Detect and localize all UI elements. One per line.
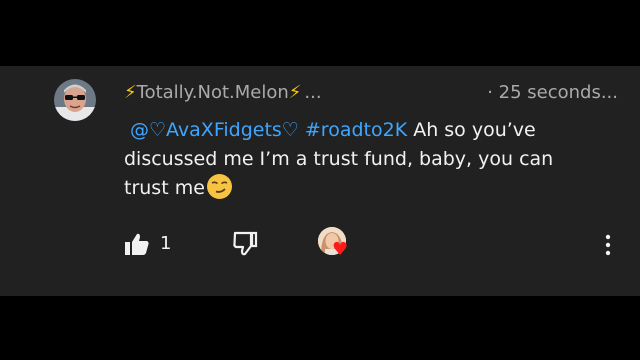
author-avatar[interactable] (54, 79, 96, 121)
comment-timestamp[interactable]: · 25 seconds... (487, 82, 618, 103)
creator-heart-badge[interactable]: ♥ (318, 227, 354, 263)
comment-body: @♡AvaXFidgets♡ #roadto2K Ah so you’ve di… (124, 116, 594, 203)
author-name-ellipsis: ... (304, 82, 322, 103)
vertical-dots-icon (605, 234, 611, 256)
heart-icon: ♥ (332, 239, 349, 260)
dislike-button[interactable] (232, 231, 258, 257)
hashtag-link[interactable]: #roadto2K (305, 119, 407, 141)
comment-meta: ⚡Totally.Not.Melon⚡... · 25 seconds... (124, 82, 630, 108)
mention-link[interactable]: @♡AvaXFidgets♡ (130, 119, 299, 141)
lightning-bolt-icon: ⚡ (288, 82, 302, 103)
smirking-face-emoji-icon (206, 174, 232, 199)
comment-card: ⚡Totally.Not.Melon⚡... · 25 seconds... @… (0, 66, 640, 296)
thumbs-up-icon (125, 233, 149, 255)
thumbs-down-icon (233, 231, 258, 256)
like-count: 1 (160, 233, 172, 254)
more-options-button[interactable] (598, 231, 618, 259)
avatar-image (54, 79, 96, 121)
comment-actions: 1 ♥ (124, 227, 624, 263)
like-button[interactable] (124, 231, 150, 257)
lightning-bolt-icon: ⚡ (124, 82, 137, 103)
author-name[interactable]: Totally.Not.Melon (137, 82, 289, 103)
